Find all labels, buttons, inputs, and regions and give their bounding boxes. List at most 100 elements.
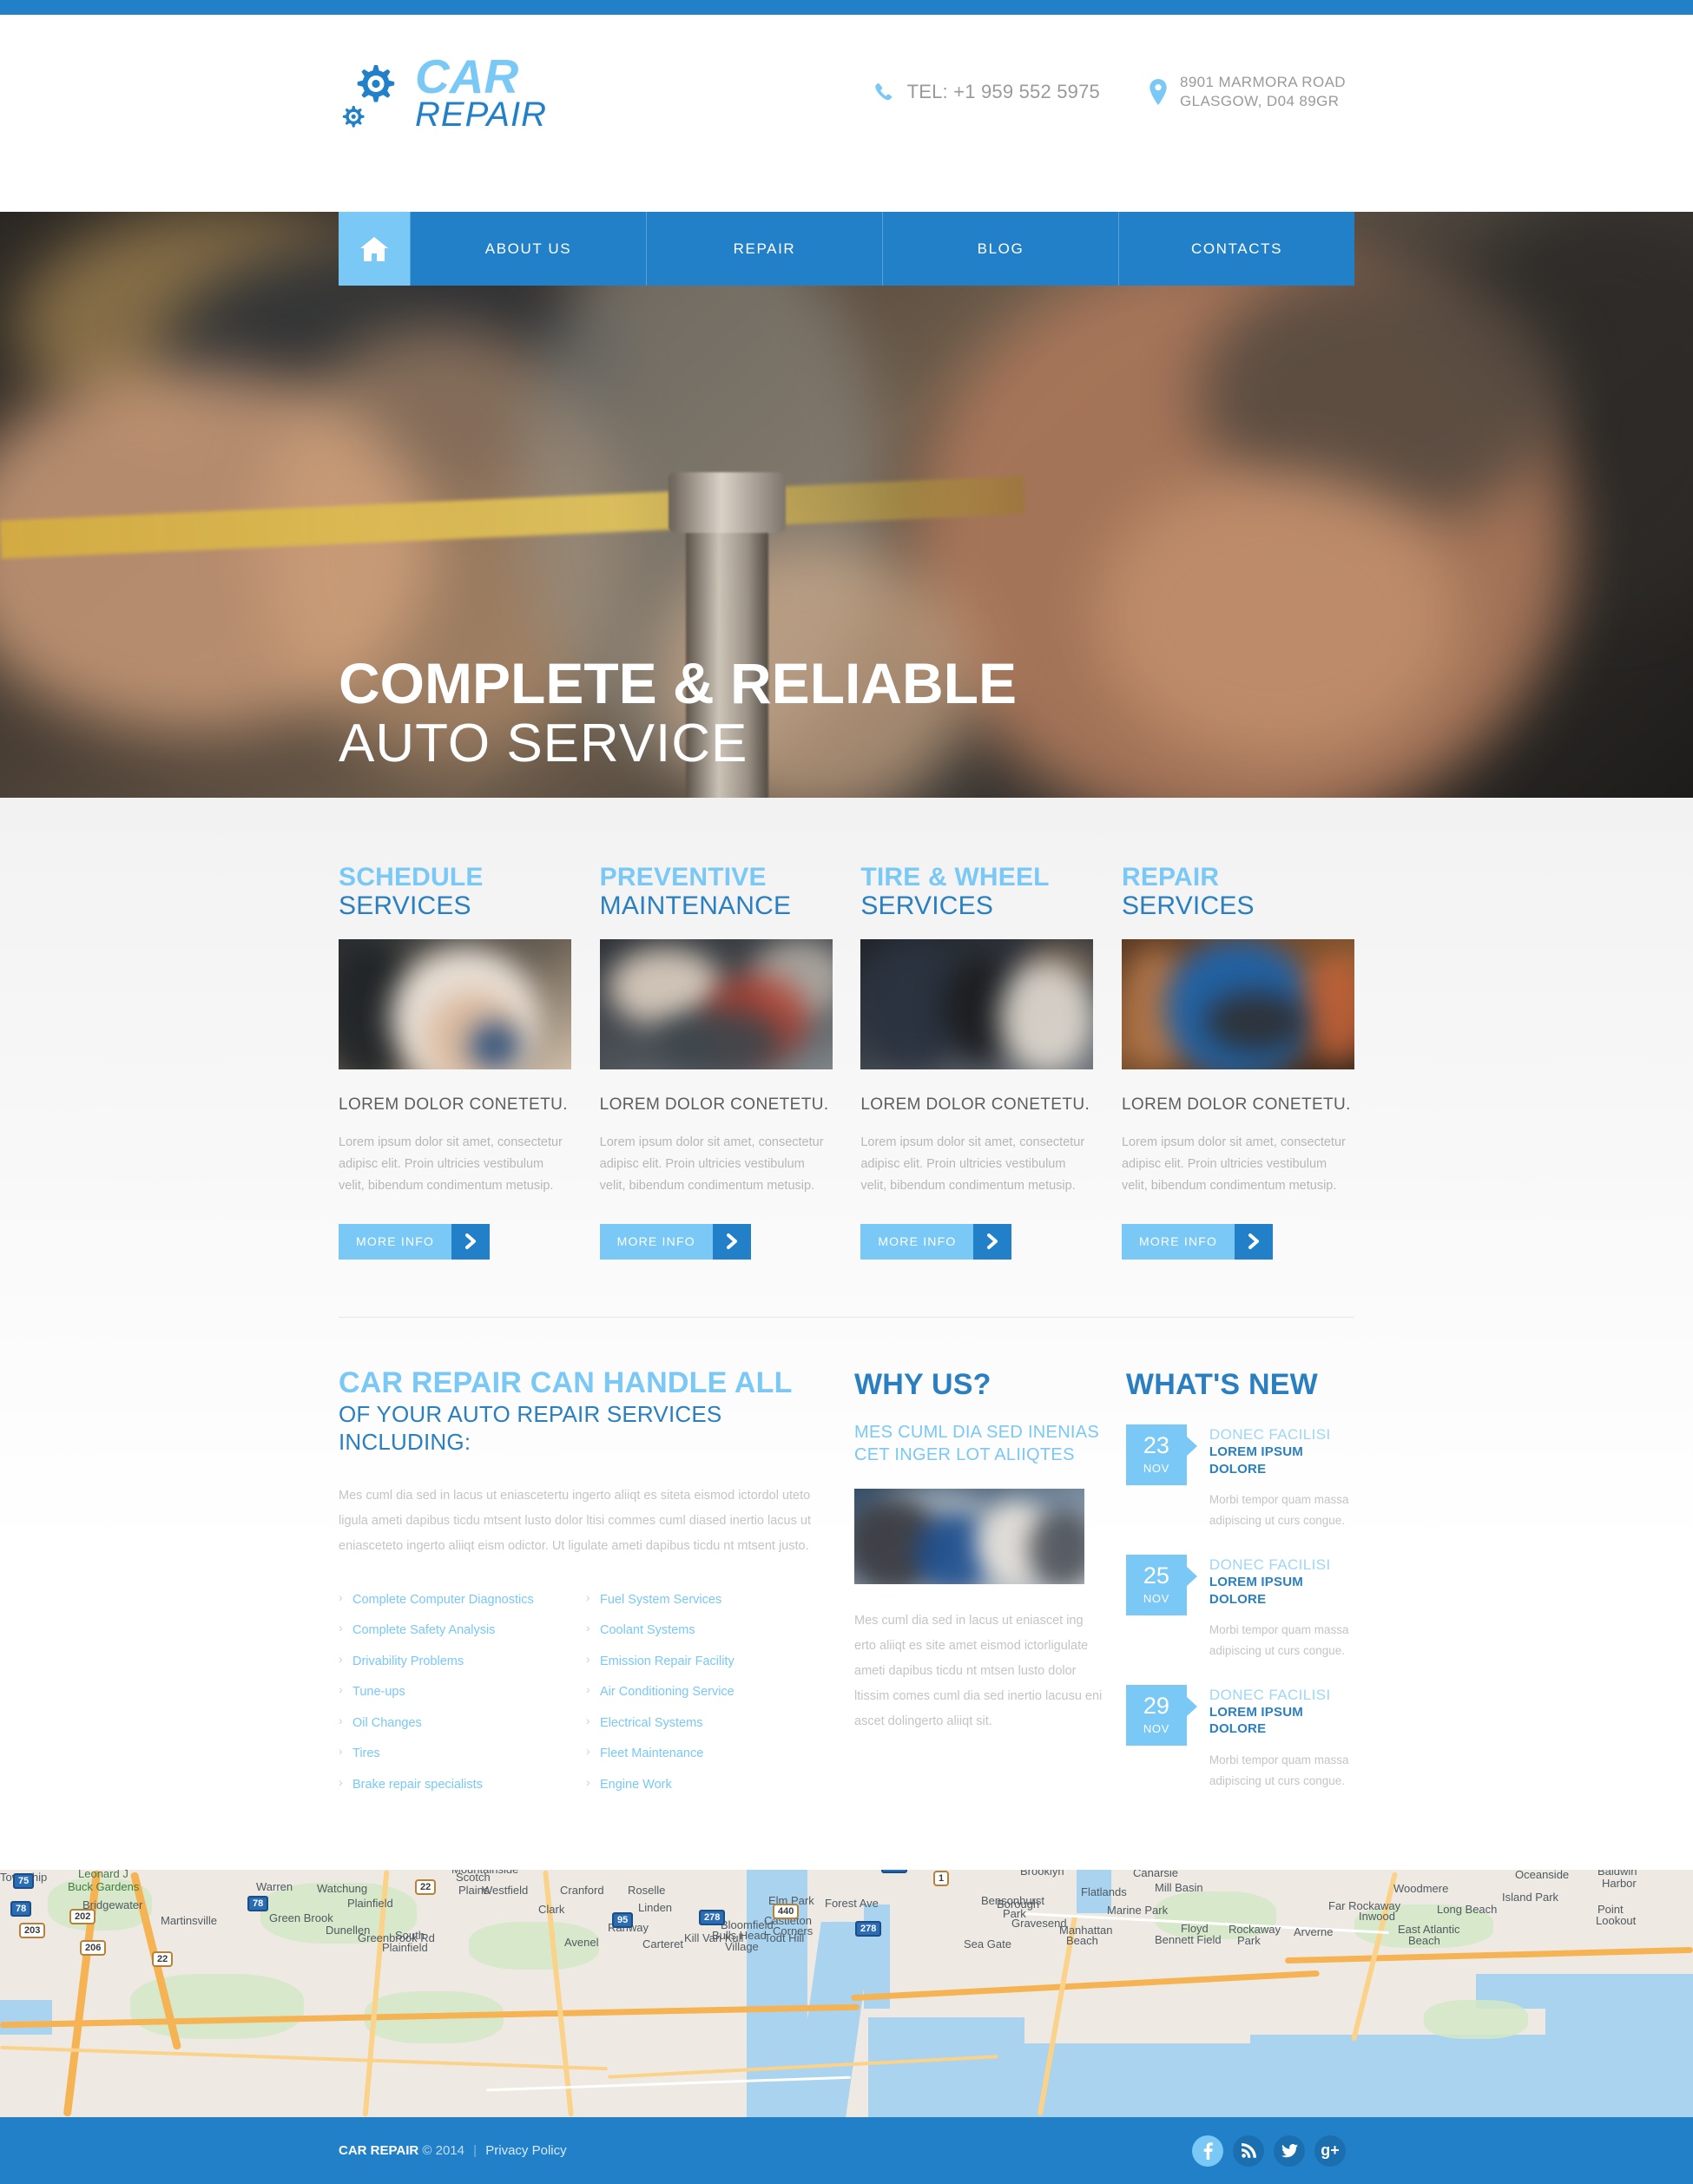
- list-item[interactable]: Engine Work: [586, 1776, 833, 1792]
- news-title-bottom[interactable]: LOREM IPSUM DOLORE: [1209, 1574, 1354, 1608]
- list-item[interactable]: Tires: [339, 1745, 586, 1760]
- map-label: Oceanside: [1515, 1870, 1570, 1881]
- social-links: g+: [1192, 2135, 1354, 2167]
- location-map[interactable]: Natirar ParkFar HillsProvidenceTownshipU…: [0, 1870, 1693, 2118]
- more-info-label: MORE INFO: [339, 1223, 452, 1260]
- why-us-image[interactable]: [854, 1488, 1084, 1584]
- news-date-badge: 29 NOV: [1125, 1684, 1197, 1746]
- map-route-shield: 1: [933, 1871, 950, 1886]
- service-heading-bottom: SERVICES: [339, 891, 471, 920]
- map-label: Todt Hill: [764, 1931, 805, 1944]
- why-us-paragraph: Mes cuml dia sed in lacus ut eniascet in…: [854, 1613, 1103, 1728]
- news-day: 23: [1143, 1432, 1169, 1459]
- map-route-shield: 22: [152, 1951, 174, 1967]
- phone-contact[interactable]: TEL: +1 959 552 5975: [873, 80, 1100, 104]
- footer-separator: |: [473, 2143, 478, 2159]
- map-label: Leonard J: [78, 1870, 128, 1880]
- more-info-button[interactable]: MORE INFO: [860, 1223, 1012, 1260]
- google-plus-icon[interactable]: g+: [1314, 2135, 1346, 2167]
- map-route-shield: 75: [13, 1873, 35, 1889]
- header-contacts: TEL: +1 959 552 5975 8901 MARMORA ROAD G…: [873, 73, 1354, 110]
- more-info-button[interactable]: MORE INFO: [339, 1223, 491, 1260]
- map-label: Greenbrook Rd: [358, 1931, 435, 1944]
- map-label: Plains: [458, 1884, 490, 1897]
- logo[interactable]: CAR REPAIR: [339, 51, 547, 132]
- map-label: Beach: [1408, 1934, 1440, 1947]
- nav-item-about-us[interactable]: ABOUT US: [410, 212, 646, 286]
- service-title: LOREM DOLOR CONETETU.: [1121, 1095, 1351, 1114]
- hero-title-line-1: COMPLETE & RELIABLE: [339, 651, 1018, 715]
- map-pin-icon: [1149, 78, 1168, 105]
- map-label: Flatlands: [1081, 1885, 1127, 1898]
- nav-item-blog[interactable]: BLOG: [882, 212, 1118, 286]
- footer-brand: CAR REPAIR: [339, 2143, 419, 2159]
- news-text: Morbi tempor quam massa adipiscing ut cu…: [1209, 1493, 1349, 1528]
- map-route-shield: 278: [855, 1921, 882, 1937]
- service-image[interactable]: [1121, 938, 1354, 1069]
- service-image[interactable]: [339, 938, 571, 1069]
- service-heading-top: TIRE & WHEEL: [860, 863, 1050, 891]
- list-item[interactable]: Electrical Systems: [586, 1714, 833, 1730]
- list-item[interactable]: Oil Changes: [339, 1714, 586, 1730]
- map-label: Island Park: [1502, 1891, 1559, 1904]
- rss-icon[interactable]: [1233, 2135, 1264, 2167]
- service-image[interactable]: [860, 938, 1094, 1069]
- map-label: Scotch: [456, 1871, 491, 1884]
- chevron-right-icon: [712, 1223, 751, 1260]
- site-footer: CAR REPAIR © 2014 | Privacy Policy g+: [0, 2117, 1693, 2184]
- news-day: 25: [1143, 1562, 1169, 1589]
- map-label: Brooklyn: [1020, 1870, 1064, 1878]
- address-contact[interactable]: 8901 MARMORA ROAD GLASGOW, D04 89GR: [1149, 73, 1346, 110]
- news-title-top: DONEC FACILISI: [1209, 1556, 1331, 1573]
- service-heading-top: REPAIR: [1121, 863, 1220, 891]
- twitter-icon[interactable]: [1274, 2135, 1305, 2167]
- news-item: 25 NOV DONEC FACILISI LOREM IPSUM DOLORE…: [1125, 1554, 1354, 1662]
- map-label: Beach: [1066, 1934, 1098, 1947]
- list-item[interactable]: Emission Repair Facility: [586, 1653, 833, 1668]
- service-card: PREVENTIVE MAINTENANCE LOREM DOLOR CONET…: [599, 864, 833, 1260]
- service-heading-bottom: SERVICES: [1121, 891, 1255, 920]
- list-item[interactable]: Complete Safety Analysis: [339, 1622, 586, 1637]
- service-image[interactable]: [599, 938, 833, 1069]
- more-info-button[interactable]: MORE INFO: [1121, 1223, 1274, 1260]
- footer-copyright-year: © 2014: [422, 2143, 464, 2159]
- news-text: Morbi tempor quam massa adipiscing ut cu…: [1209, 1623, 1349, 1658]
- nav-label: BLOG: [977, 240, 1024, 257]
- privacy-policy-link[interactable]: Privacy Policy: [485, 2143, 566, 2158]
- map-label: Marine Park: [1107, 1904, 1169, 1917]
- map-route-shield: 206: [80, 1940, 107, 1956]
- news-title-top: DONEC FACILISI: [1209, 1686, 1331, 1703]
- nav-label: CONTACTS: [1190, 240, 1283, 257]
- phone-icon: [873, 81, 895, 103]
- hero-slider: ABOUT US REPAIR BLOG CONTACTS COMPLETE &…: [0, 212, 1693, 798]
- main-navigation: ABOUT US REPAIR BLOG CONTACTS: [0, 212, 1693, 286]
- list-item[interactable]: Coolant Systems: [586, 1622, 833, 1637]
- map-label: Mill Basin: [1155, 1881, 1203, 1894]
- list-item[interactable]: Drivability Problems: [339, 1653, 586, 1668]
- nav-item-repair[interactable]: REPAIR: [646, 212, 882, 286]
- facebook-icon[interactable]: [1192, 2135, 1223, 2167]
- list-item[interactable]: Fleet Maintenance: [586, 1745, 833, 1760]
- list-item[interactable]: Tune-ups: [339, 1683, 586, 1699]
- service-text: Lorem ipsum dolor sit amet, consectetur …: [860, 1135, 1085, 1194]
- map-label: Park: [1003, 1907, 1026, 1920]
- list-item[interactable]: Fuel System Services: [586, 1591, 833, 1607]
- nav-item-contacts[interactable]: CONTACTS: [1118, 212, 1354, 286]
- list-item[interactable]: Air Conditioning Service: [586, 1683, 833, 1699]
- more-info-button[interactable]: MORE INFO: [599, 1223, 751, 1260]
- chevron-right-icon: [973, 1223, 1012, 1260]
- map-route-shield: 78: [247, 1896, 269, 1911]
- handle-paragraph: Mes cuml dia sed in lacus ut eniascetert…: [339, 1488, 811, 1553]
- service-text: Lorem ipsum dolor sit amet, consectetur …: [1121, 1135, 1346, 1194]
- list-item[interactable]: Brake repair specialists: [339, 1776, 586, 1792]
- news-item: 23 NOV DONEC FACILISI LOREM IPSUM DOLORE…: [1125, 1424, 1354, 1532]
- news-title-bottom[interactable]: LOREM IPSUM DOLORE: [1209, 1704, 1354, 1738]
- list-item[interactable]: Complete Computer Diagnostics: [339, 1591, 586, 1607]
- news-title-bottom[interactable]: LOREM IPSUM DOLORE: [1209, 1444, 1354, 1477]
- map-label: Martinsville: [161, 1914, 218, 1927]
- service-list-right: Fuel System Services Coolant Systems Emi…: [586, 1591, 833, 1810]
- news-date-badge: 25 NOV: [1125, 1554, 1197, 1615]
- news-title-top: DONEC FACILISI: [1209, 1425, 1331, 1443]
- sidebar-item-home[interactable]: [339, 212, 410, 286]
- service-title: LOREM DOLOR CONETETU.: [860, 1095, 1090, 1114]
